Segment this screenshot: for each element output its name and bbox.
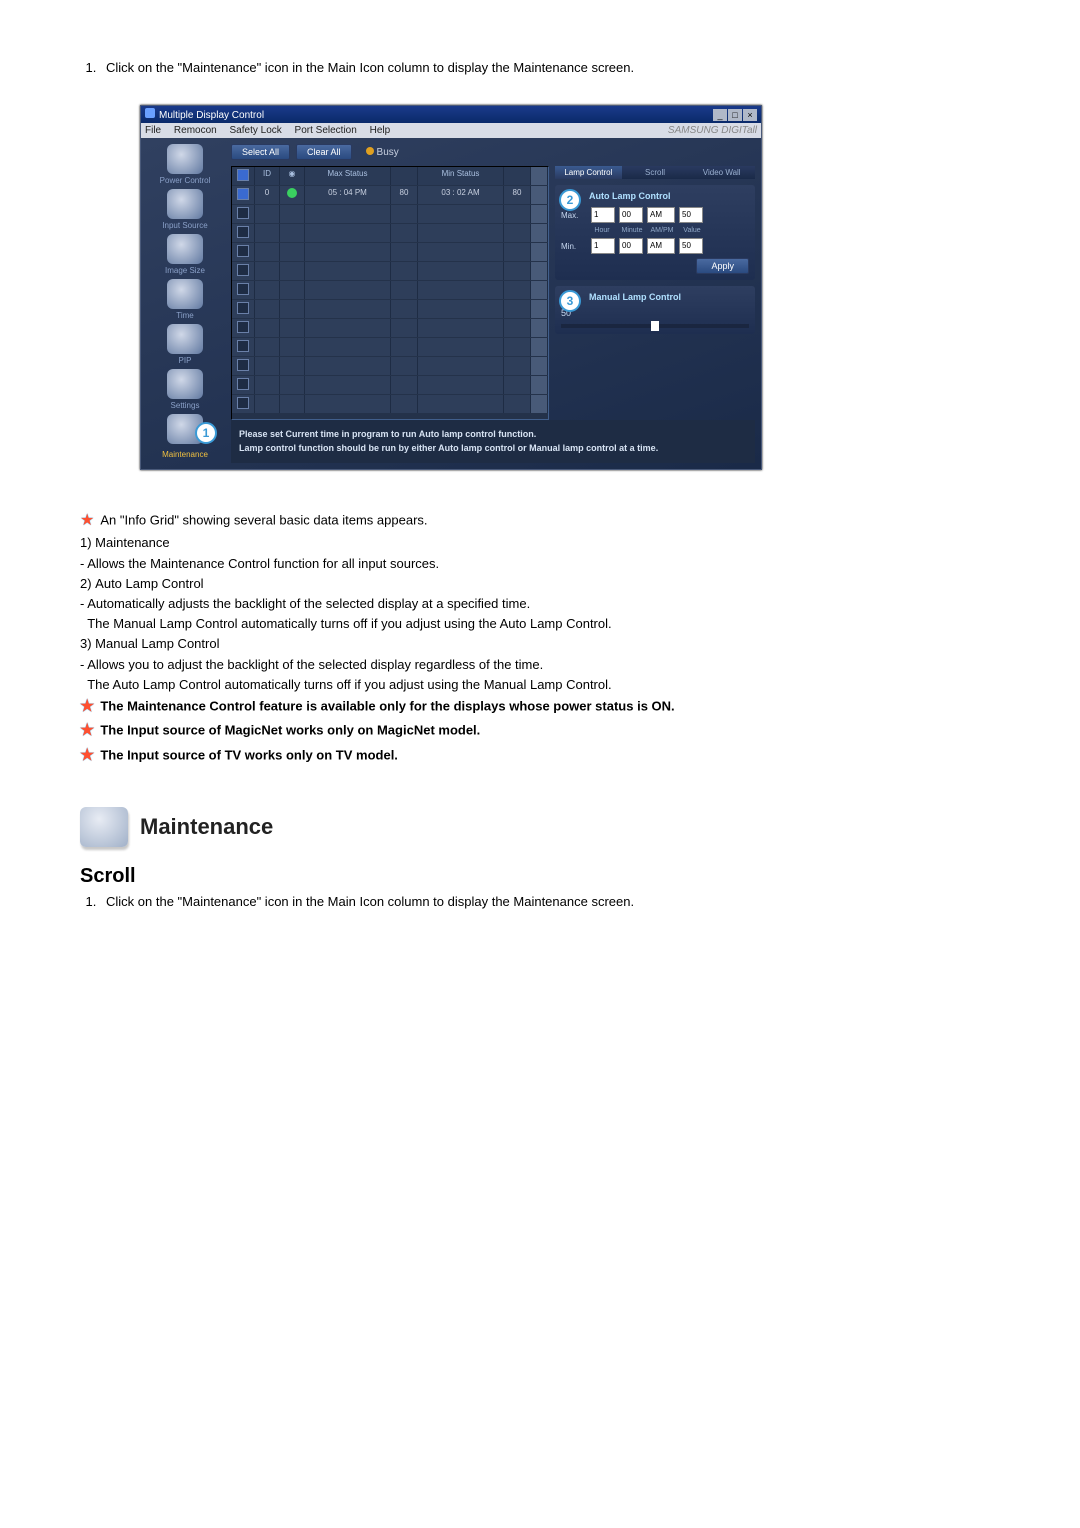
app-icon: [145, 108, 155, 118]
busy-label: Busy: [377, 147, 399, 158]
min-label: Min.: [561, 242, 587, 251]
callout-badge-3: 3: [559, 290, 581, 312]
intro-steps: Click on the "Maintenance" icon in the M…: [80, 60, 1010, 75]
grid-header: ID ◉ Max Status Min Status: [232, 167, 548, 185]
select-all-button[interactable]: Select All: [231, 144, 290, 160]
max-ampm-select[interactable]: AM: [647, 207, 675, 223]
slider-handle[interactable]: [651, 321, 659, 331]
min-ampm-select[interactable]: AM: [647, 238, 675, 254]
tab-scroll[interactable]: Scroll: [622, 166, 689, 179]
image-size-icon: [167, 234, 203, 264]
right-panel: Lamp Control Scroll Video Wall 2 Auto La…: [555, 166, 755, 420]
table-row[interactable]: [232, 318, 548, 337]
section-title: Maintenance: [140, 814, 273, 840]
time-icon: [167, 279, 203, 309]
table-row[interactable]: [232, 204, 548, 223]
table-row[interactable]: [232, 394, 548, 413]
star-icon: ★: [80, 747, 94, 764]
col-max-status: Max Status: [305, 167, 391, 185]
max-value-select[interactable]: 50: [679, 207, 703, 223]
auto-lamp-title: Auto Lamp Control: [561, 191, 749, 201]
menubar: File Remocon Safety Lock Port Selection …: [141, 123, 761, 138]
scroll-steps: Click on the "Maintenance" icon in the M…: [80, 894, 1010, 909]
table-row[interactable]: [232, 261, 548, 280]
close-icon[interactable]: ×: [743, 109, 757, 121]
maintenance-section-icon: [80, 807, 128, 847]
sidebar-item-power-control[interactable]: Power Control: [141, 144, 229, 185]
table-row[interactable]: [232, 223, 548, 242]
brand-label: SAMSUNG DIGITall: [668, 125, 757, 136]
manual-slider[interactable]: [561, 324, 749, 328]
status-message: Please set Current time in program to ru…: [231, 420, 755, 463]
maximize-icon[interactable]: □: [728, 109, 742, 121]
menu-remocon[interactable]: Remocon: [174, 125, 217, 136]
callout-badge-2: 2: [559, 189, 581, 211]
status-dot: [287, 188, 297, 198]
menu-file[interactable]: File: [145, 125, 161, 136]
tab-video-wall[interactable]: Video Wall: [688, 166, 755, 179]
table-row[interactable]: [232, 337, 548, 356]
max-minute-select[interactable]: 00: [619, 207, 643, 223]
manual-lamp-title: Manual Lamp Control: [561, 292, 749, 302]
col-min-status: Min Status: [418, 167, 504, 185]
info-grid: ID ◉ Max Status Min Status 0: [231, 166, 549, 420]
sidebar: Power Control Input Source Image Size Ti…: [141, 138, 229, 469]
scroll-step-1: Click on the "Maintenance" icon in the M…: [100, 894, 1010, 909]
scroll-heading: Scroll: [80, 865, 1010, 888]
apply-button[interactable]: Apply: [696, 258, 749, 274]
pip-icon: [167, 324, 203, 354]
col-id: ID: [255, 167, 280, 185]
table-row[interactable]: [232, 280, 548, 299]
header-checkbox[interactable]: [237, 169, 249, 181]
col-status-icon: ◉: [280, 167, 305, 185]
power-icon: [167, 144, 203, 174]
settings-icon: [167, 369, 203, 399]
min-hour-select[interactable]: 1: [591, 238, 615, 254]
window-buttons[interactable]: _□×: [712, 109, 757, 121]
table-row[interactable]: 0 05 : 04 PM 80 03 : 02 AM 80: [232, 185, 548, 204]
table-row[interactable]: [232, 356, 548, 375]
callout-badge-1: 1: [195, 422, 217, 444]
max-label: Max.: [561, 211, 587, 220]
sidebar-item-maintenance[interactable]: 1 Maintenance: [141, 414, 229, 459]
table-row[interactable]: [232, 299, 548, 318]
app-screenshot: Multiple Display Control _□× File Remoco…: [140, 105, 1010, 470]
star-icon: ★: [80, 698, 94, 715]
window-title: Multiple Display Control: [159, 110, 264, 121]
sidebar-item-image-size[interactable]: Image Size: [141, 234, 229, 275]
star-icon: ★: [80, 512, 94, 529]
tab-lamp-control[interactable]: Lamp Control: [555, 166, 622, 179]
grid-scrollbar[interactable]: [531, 167, 548, 185]
minimize-icon[interactable]: _: [713, 109, 727, 121]
menu-port-selection[interactable]: Port Selection: [295, 125, 357, 136]
panel-tabs: Lamp Control Scroll Video Wall: [555, 166, 755, 179]
menu-help[interactable]: Help: [370, 125, 391, 136]
row-checkbox[interactable]: [237, 188, 249, 200]
auto-lamp-panel: 2 Auto Lamp Control Max. 1 00 AM 50: [555, 185, 755, 280]
busy-icon: [366, 147, 374, 155]
intro-step-1: Click on the "Maintenance" icon in the M…: [100, 60, 1010, 75]
table-row[interactable]: [232, 242, 548, 261]
min-minute-select[interactable]: 00: [619, 238, 643, 254]
sidebar-item-input-source[interactable]: Input Source: [141, 189, 229, 230]
manual-lamp-panel: 3 Manual Lamp Control 50: [555, 286, 755, 334]
titlebar: Multiple Display Control _□×: [141, 106, 761, 123]
sidebar-item-pip[interactable]: PIP: [141, 324, 229, 365]
sidebar-item-time[interactable]: Time: [141, 279, 229, 320]
min-value-select[interactable]: 50: [679, 238, 703, 254]
star-icon: ★: [80, 722, 94, 739]
sidebar-item-settings[interactable]: Settings: [141, 369, 229, 410]
clear-all-button[interactable]: Clear All: [296, 144, 352, 160]
menu-safety-lock[interactable]: Safety Lock: [230, 125, 282, 136]
grid-toolbar: Select All Clear All Busy: [231, 144, 755, 160]
input-icon: [167, 189, 203, 219]
max-hour-select[interactable]: 1: [591, 207, 615, 223]
section-header: Maintenance: [80, 807, 1010, 847]
notes-block: ★An "Info Grid" showing several basic da…: [80, 510, 1010, 767]
table-row[interactable]: [232, 375, 548, 394]
